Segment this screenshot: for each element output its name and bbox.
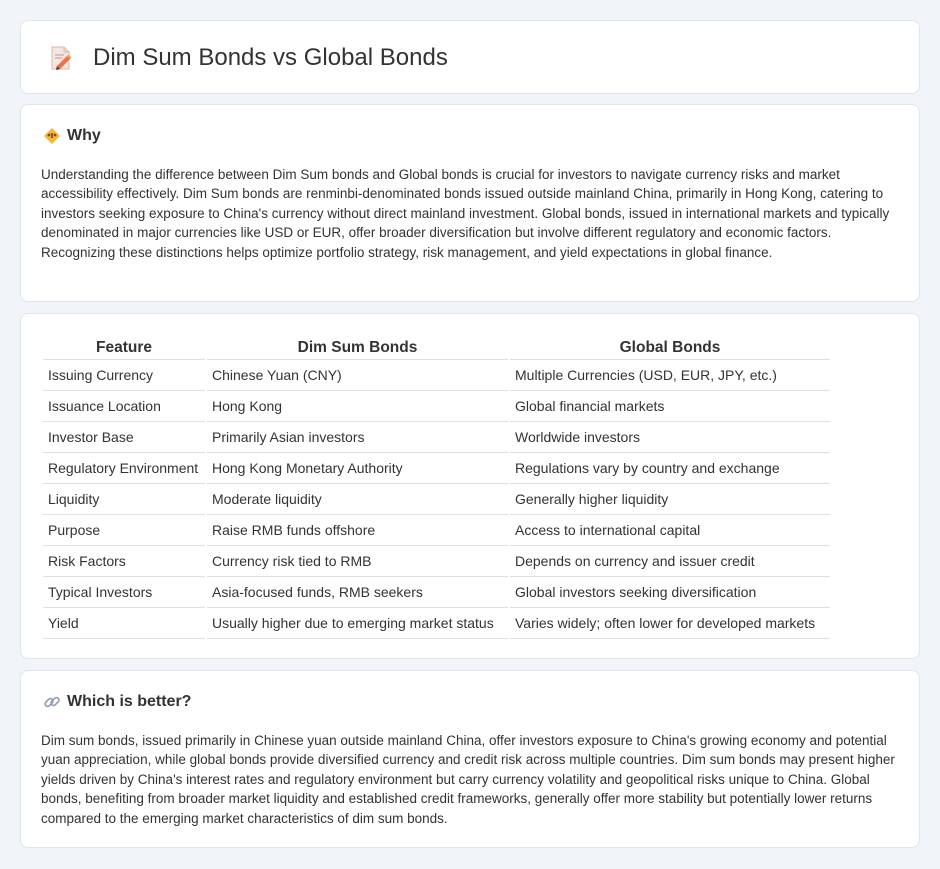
why-text: Understanding the difference between Dim… — [41, 167, 890, 260]
header-feature: Feature — [43, 335, 205, 360]
why-card: Why Understanding the difference between… — [20, 104, 920, 302]
header-global: Global Bonds — [510, 335, 830, 360]
header-card: Dim Sum Bonds vs Global Bonds — [20, 20, 920, 94]
better-title: Which is better? — [67, 693, 192, 710]
global-cell: Regulations vary by country and exchange — [510, 453, 830, 484]
better-card: Which is better? Dim sum bonds, issued p… — [20, 670, 920, 848]
table-row: Risk Factors Currency risk tied to RMB D… — [43, 546, 830, 577]
feature-cell: Investor Base — [43, 422, 205, 453]
global-cell: Access to international capital — [510, 515, 830, 546]
page-title: Dim Sum Bonds vs Global Bonds — [93, 44, 448, 71]
feature-cell: Issuance Location — [43, 391, 205, 422]
dim-sum-cell: Moderate liquidity — [207, 484, 508, 515]
table-row: Typical Investors Asia-focused funds, RM… — [43, 577, 830, 608]
link-icon — [43, 693, 61, 711]
dim-sum-cell: Asia-focused funds, RMB seekers — [207, 577, 508, 608]
feature-cell: Regulatory Environment — [43, 453, 205, 484]
comparison-table: Feature Dim Sum Bonds Global Bonds Issui… — [41, 335, 832, 639]
dim-sum-cell: Usually higher due to emerging market st… — [207, 608, 508, 639]
warning-icon — [43, 127, 61, 145]
table-row: Purpose Raise RMB funds offshore Access … — [43, 515, 830, 546]
table-header-row: Feature Dim Sum Bonds Global Bonds — [43, 335, 830, 360]
global-cell: Worldwide investors — [510, 422, 830, 453]
table-row: Issuing Currency Chinese Yuan (CNY) Mult… — [43, 360, 830, 391]
table-row: Investor Base Primarily Asian investors … — [43, 422, 830, 453]
dim-sum-cell: Chinese Yuan (CNY) — [207, 360, 508, 391]
feature-cell: Yield — [43, 608, 205, 639]
comparison-card: Feature Dim Sum Bonds Global Bonds Issui… — [20, 313, 920, 659]
title-row: Dim Sum Bonds vs Global Bonds — [45, 43, 448, 73]
feature-cell: Liquidity — [43, 484, 205, 515]
table-row: Yield Usually higher due to emerging mar… — [43, 608, 830, 639]
feature-cell: Typical Investors — [43, 577, 205, 608]
global-cell: Global investors seeking diversification — [510, 577, 830, 608]
table-row: Issuance Location Hong Kong Global finan… — [43, 391, 830, 422]
why-title: Why — [67, 127, 101, 144]
table-row: Regulatory Environment Hong Kong Monetar… — [43, 453, 830, 484]
global-cell: Global financial markets — [510, 391, 830, 422]
better-text: Dim sum bonds, issued primarily in Chine… — [41, 733, 895, 826]
feature-cell: Risk Factors — [43, 546, 205, 577]
header-dim-sum: Dim Sum Bonds — [207, 335, 508, 360]
feature-cell: Issuing Currency — [43, 360, 205, 391]
dim-sum-cell: Primarily Asian investors — [207, 422, 508, 453]
document-pencil-icon — [45, 43, 75, 73]
global-cell: Depends on currency and issuer credit — [510, 546, 830, 577]
better-heading: Which is better? — [43, 693, 191, 711]
global-cell: Generally higher liquidity — [510, 484, 830, 515]
why-heading: Why — [43, 127, 101, 145]
dim-sum-cell: Hong Kong Monetary Authority — [207, 453, 508, 484]
dim-sum-cell: Currency risk tied to RMB — [207, 546, 508, 577]
feature-cell: Purpose — [43, 515, 205, 546]
dim-sum-cell: Hong Kong — [207, 391, 508, 422]
global-cell: Varies widely; often lower for developed… — [510, 608, 830, 639]
table-row: Liquidity Moderate liquidity Generally h… — [43, 484, 830, 515]
dim-sum-cell: Raise RMB funds offshore — [207, 515, 508, 546]
global-cell: Multiple Currencies (USD, EUR, JPY, etc.… — [510, 360, 830, 391]
